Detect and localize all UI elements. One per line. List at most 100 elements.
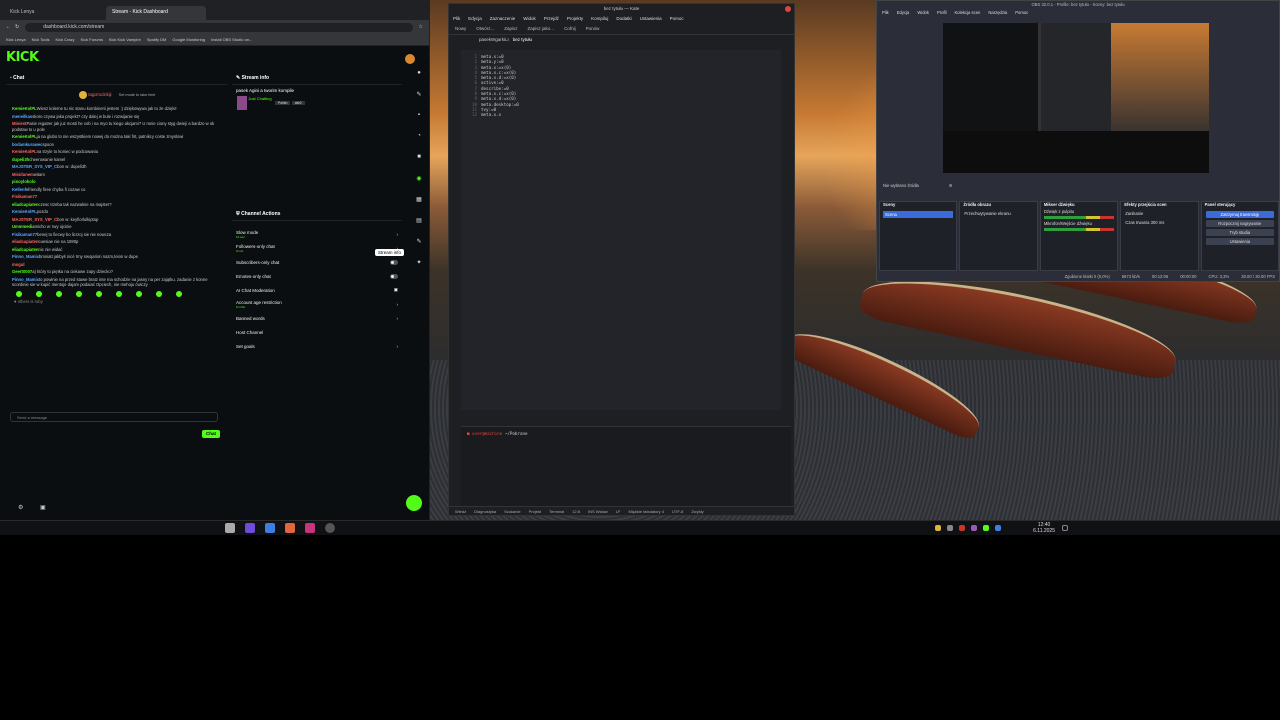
stream-category[interactable]: Just Chatting	[248, 96, 271, 101]
chat-username[interactable]: Fisikaman77	[12, 194, 37, 199]
browser-tab[interactable]: Kick Lenya	[4, 6, 104, 20]
app-launcher-icon[interactable]	[225, 523, 235, 533]
menu-item[interactable]: Ustawienia	[640, 16, 662, 21]
status-item[interactable]: Wiedź	[455, 509, 466, 514]
browser-icon[interactable]	[265, 523, 275, 533]
toolbar-button[interactable]: Ponów	[586, 26, 600, 31]
chat-username[interactable]: MAJSTER_SYS_VIP_C	[12, 164, 57, 169]
chat-username[interactable]: pinoylokolo	[12, 179, 36, 184]
menu-item[interactable]: Przejdź	[544, 16, 559, 21]
show-desktop-icon[interactable]	[1062, 525, 1068, 531]
go-live-icon[interactable]	[406, 495, 422, 511]
tray-icon[interactable]	[971, 525, 977, 531]
avatar[interactable]	[405, 54, 415, 64]
status-item[interactable]: Terminal	[549, 509, 564, 514]
code-editor[interactable]: 1 2 3 4 5 6 7 8 9 10 11 12 meta.x:=0 meta.y:=0 meta.x…	[461, 50, 781, 410]
toolbar-button[interactable]: Cofnij	[564, 26, 576, 31]
bookmark[interactable]: Install OBS Studio on...	[211, 37, 252, 42]
emote-icon[interactable]	[36, 290, 42, 297]
lock-icon[interactable]: ●	[415, 70, 423, 76]
bookmark[interactable]: Kick Tools	[32, 37, 50, 42]
menu-item[interactable]: Profil	[937, 10, 947, 15]
chat-username[interactable]: MAJSTER_SYS_VIP_C	[12, 217, 57, 222]
chat-message-list[interactable]: KemieKolPLWiesz kolerne tu nic stanu kom…	[6, 105, 228, 289]
chat-username[interactable]: meneilkas	[12, 114, 32, 119]
settings-icon[interactable]: ⚙	[18, 504, 23, 511]
file-manager-icon[interactable]	[245, 523, 255, 533]
gift-icon[interactable]: ▣	[40, 504, 46, 511]
bookmark[interactable]: Spotify DM	[147, 37, 167, 42]
chat-username[interactable]: KemieKolPL	[12, 209, 37, 214]
chat-icon[interactable]: ◉	[415, 175, 423, 182]
chat-username[interactable]: Misidunem	[12, 172, 34, 177]
transition-select[interactable]: Zanikanie	[1121, 209, 1197, 218]
bookmark[interactable]: Kick Forums	[81, 37, 103, 42]
emote-icon[interactable]	[96, 290, 102, 297]
chat-message-input[interactable]: Send a message	[10, 412, 218, 422]
toolbar-button[interactable]: Otwórz...	[476, 26, 494, 31]
stop-icon[interactable]: ■	[415, 154, 423, 160]
menu-item[interactable]: Narzędzia	[988, 10, 1007, 15]
channel-action-row[interactable]: Host Channel	[232, 325, 402, 339]
kick-logo[interactable]: KICK	[6, 50, 39, 65]
tray-icon[interactable]	[995, 525, 1001, 531]
status-item[interactable]: Diagnostyka	[474, 509, 496, 514]
menu-item[interactable]: Zaznaczenie	[490, 16, 516, 21]
status-item[interactable]: Miękkie tabulatory 4	[628, 509, 664, 514]
emote-icon[interactable]	[176, 290, 182, 297]
chat-username[interactable]: mogul	[12, 262, 25, 267]
chevron-right-icon[interactable]: ›	[397, 344, 399, 349]
toggle-switch[interactable]	[390, 259, 398, 265]
tray-icon[interactable]	[947, 525, 953, 531]
channel-action-row[interactable]: Slow mode 10 sec ›	[232, 227, 402, 241]
bookmark[interactable]: Kick Lenya	[6, 37, 26, 42]
chat-username[interactable]: eliadcapiaten	[12, 239, 39, 244]
toolbar-button[interactable]: Zapisz jako...	[528, 26, 555, 31]
status-item[interactable]: Zwykły	[691, 509, 703, 514]
chat-username[interactable]: Miniest	[12, 121, 26, 126]
chat-username[interactable]: KemieKolPL	[12, 134, 37, 139]
channel-action-row[interactable]: AI Chat Moderation ▣	[232, 283, 402, 297]
chevron-right-icon[interactable]: ›	[397, 316, 399, 321]
back-icon[interactable]: ←	[6, 24, 11, 30]
menu-item[interactable]: Pomoc	[670, 16, 684, 21]
channel-action-row[interactable]: Subscribers-only chat	[232, 255, 402, 269]
chat-username[interactable]: KemieKolPL	[12, 149, 37, 154]
ai-icon[interactable]: ▣	[394, 287, 398, 293]
menu-item[interactable]: Dodatki	[616, 16, 631, 21]
tray-icon[interactable]	[983, 525, 989, 531]
menu-item[interactable]: Projekty	[567, 16, 583, 21]
chat-username[interactable]: Kellenfe	[12, 187, 28, 192]
bookmark[interactable]: Kick Crazy	[56, 37, 75, 42]
chat-username[interactable]: Ummmedia	[12, 224, 35, 229]
browser-tab-active[interactable]: Stream - Kick Dashboard	[106, 6, 206, 20]
status-item[interactable]: Szukanie	[504, 509, 520, 514]
emote-icon[interactable]	[156, 290, 162, 297]
menu-item[interactable]: Edycja	[468, 16, 482, 21]
channel-action-row[interactable]: Account age restriction 6 mths ›	[232, 297, 402, 311]
chevron-right-icon[interactable]: ›	[397, 232, 399, 237]
stop-streaming-button[interactable]: Zatrzymaj transmisję	[1205, 211, 1275, 218]
menu-item[interactable]: Plik	[882, 10, 889, 15]
chat-username[interactable]: Pinno_Mamix	[12, 277, 39, 282]
start-recording-button[interactable]: Rozpocznij nagrywanie	[1205, 220, 1275, 227]
emote-icon[interactable]	[136, 290, 142, 297]
tool-icon[interactable]: ✦	[415, 259, 423, 266]
menu-item[interactable]: Pomoc	[1015, 10, 1028, 15]
settings-button[interactable]: Ustawienia	[1205, 238, 1275, 245]
menu-item[interactable]: Widok	[523, 16, 536, 21]
url-field[interactable]: dashboard.kick.com/stream	[25, 22, 413, 32]
firefox-icon[interactable]	[285, 523, 295, 533]
studio-mode-button[interactable]: Tryb studia	[1205, 229, 1275, 236]
status-item[interactable]: INS Wstaw	[588, 509, 608, 514]
terminal-panel[interactable]: ■ user@machine ~/Pobrane	[461, 426, 791, 506]
channel-action-row[interactable]: Emotes-only chat	[232, 269, 402, 283]
trash-icon[interactable]: ▤	[415, 217, 423, 224]
channel-action-row[interactable]: Set goals ›	[232, 339, 402, 353]
chat-username[interactable]: KemieKolPL	[12, 106, 37, 111]
menu-item[interactable]: Edycja	[897, 10, 910, 15]
status-item[interactable]: 12:8	[572, 509, 580, 514]
chat-username[interactable]: Fisikaman77	[12, 232, 37, 237]
status-item[interactable]: UTF-8	[672, 509, 683, 514]
menu-item[interactable]: Kolekcja scen	[955, 10, 981, 15]
